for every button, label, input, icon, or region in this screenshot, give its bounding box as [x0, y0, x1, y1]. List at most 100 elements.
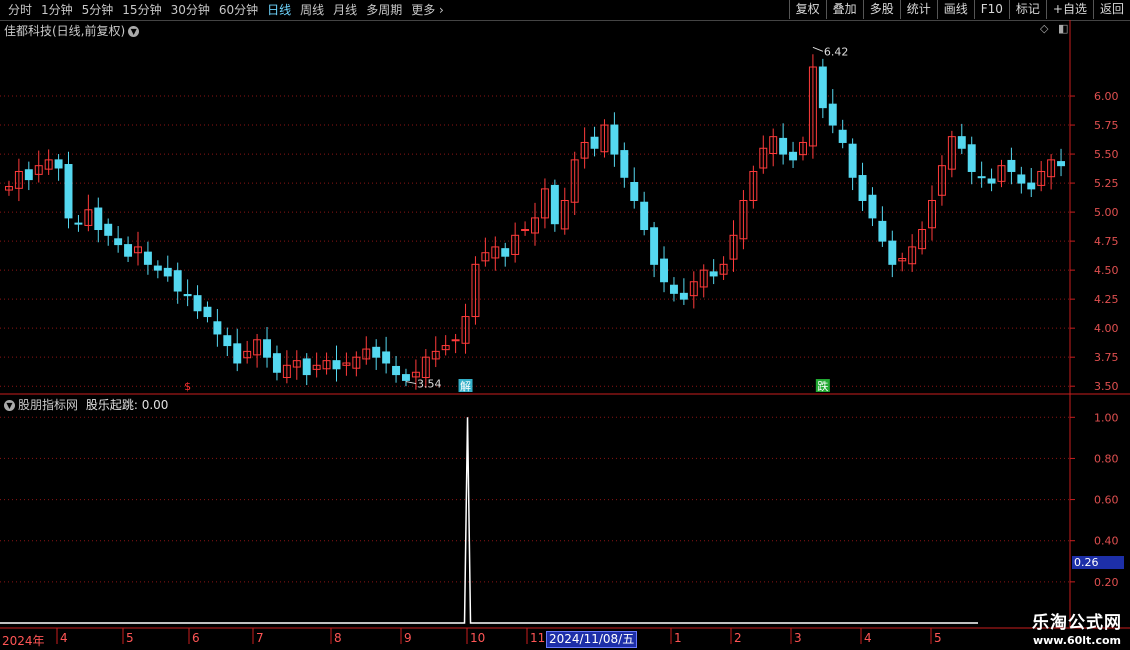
watermark: 乐淘公式网 www.60lt.com — [1032, 608, 1122, 647]
candle-body — [213, 321, 222, 335]
action-button-6[interactable]: 标记 — [1008, 0, 1046, 19]
candle-body — [719, 263, 728, 275]
action-button-3[interactable]: 统计 — [899, 0, 937, 19]
month-label: 8 — [334, 631, 342, 645]
month-label: 9 — [404, 631, 412, 645]
candle-body — [630, 182, 639, 201]
month-label: 5 — [934, 631, 942, 645]
indicator-series-value: 0.00 — [141, 398, 169, 412]
candle-body — [590, 136, 599, 149]
candle-body — [868, 194, 877, 219]
action-button-8[interactable]: 返回 — [1092, 0, 1130, 19]
candle-body — [610, 124, 619, 155]
period-tab-2[interactable]: 5分钟 — [78, 2, 119, 18]
candle-body — [153, 265, 162, 271]
candle-body — [84, 209, 93, 226]
signal-label: 解 — [460, 379, 471, 393]
period-tab-1[interactable]: 1分钟 — [37, 2, 78, 18]
action-button-4[interactable]: 画线 — [936, 0, 974, 19]
period-tab-0[interactable]: 分时 — [4, 2, 37, 18]
action-button-5[interactable]: F10 — [973, 0, 1009, 19]
candle-body — [729, 234, 738, 260]
candle-body — [134, 246, 142, 254]
cursor-value: 0.26 — [1072, 556, 1124, 569]
candle-body — [1007, 159, 1016, 172]
price-tick-label: 5.00 — [1094, 206, 1119, 219]
diamond-icon[interactable]: ◇ — [1040, 22, 1048, 35]
candle-body — [799, 141, 807, 156]
candle-body — [352, 356, 361, 369]
period-tab-3[interactable]: 15分钟 — [118, 2, 166, 18]
candle-body — [808, 66, 817, 147]
candle-body — [411, 371, 420, 378]
period-tab-4[interactable]: 30分钟 — [167, 2, 215, 18]
candle-body — [143, 251, 152, 265]
candle-body — [163, 267, 172, 277]
action-buttons: 复权 叠加 多股 统计 画线 F10 标记 +自选 返回 — [788, 0, 1130, 19]
candle-body — [114, 238, 123, 246]
month-label: 3 — [794, 631, 802, 645]
indicator-tick-label: 0.60 — [1094, 494, 1119, 507]
candle-body — [372, 346, 381, 358]
candle-body — [461, 316, 470, 344]
candle-body — [937, 165, 946, 196]
candle-body — [888, 240, 897, 265]
action-button-0[interactable]: 复权 — [788, 0, 826, 19]
candle-body — [660, 258, 669, 283]
chevron-down-icon[interactable]: ▼ — [4, 400, 15, 411]
low-marker-line — [405, 381, 417, 385]
candle-body — [362, 348, 371, 360]
candle-body — [580, 141, 589, 159]
period-tab-5[interactable]: 60分钟 — [215, 2, 263, 18]
candle-body — [44, 159, 53, 170]
candle-body — [689, 281, 698, 297]
candle-body — [451, 339, 460, 342]
candle-body — [1037, 170, 1046, 186]
month-label: 2 — [734, 631, 742, 645]
candle-body — [511, 234, 520, 255]
candle-body — [491, 246, 500, 259]
candle-body — [739, 199, 748, 240]
candle-body — [74, 222, 83, 225]
candle-body — [967, 144, 976, 172]
candle-body — [997, 165, 1006, 182]
candle-body — [1027, 182, 1036, 190]
month-label: 4 — [864, 631, 872, 645]
chevron-down-icon[interactable]: ▼ — [128, 26, 140, 37]
period-tab-9[interactable]: 多周期 — [362, 2, 407, 18]
candle-body — [322, 360, 331, 370]
candle-body — [401, 374, 410, 381]
candle-body — [183, 294, 192, 297]
candle-body — [173, 270, 182, 292]
month-label: 4 — [60, 631, 68, 645]
candle-body — [749, 170, 758, 201]
period-tab-10[interactable]: 更多 › — [407, 2, 449, 18]
candle-body — [650, 227, 659, 265]
price-tick-label: 5.75 — [1094, 119, 1119, 132]
signal-box — [458, 379, 473, 392]
candle-body — [203, 306, 212, 318]
candle-body — [501, 248, 510, 257]
period-tab-6[interactable]: 日线 — [263, 2, 296, 18]
high-marker-line — [812, 46, 824, 52]
candle-body — [878, 220, 887, 242]
action-button-7[interactable]: +自选 — [1045, 0, 1093, 19]
candle-body — [987, 178, 996, 184]
price-tick-label: 3.75 — [1094, 351, 1119, 364]
period-tab-8[interactable]: 月线 — [329, 2, 362, 18]
price-tick-label: 4.50 — [1094, 264, 1119, 277]
candle-body — [64, 164, 73, 219]
candle-body — [908, 246, 917, 265]
candle-body — [223, 335, 232, 347]
action-button-1[interactable]: 叠加 — [825, 0, 863, 19]
candle-body — [263, 339, 271, 358]
period-tab-7[interactable]: 周线 — [296, 2, 329, 18]
candle-body — [1057, 161, 1066, 167]
candle-body — [272, 353, 281, 373]
candle-body — [769, 136, 778, 154]
candle-body — [928, 199, 936, 229]
action-button-2[interactable]: 多股 — [862, 0, 900, 19]
panel-toggle-icon[interactable]: ◧ — [1058, 22, 1068, 35]
candle-body — [104, 223, 113, 236]
candle-body — [392, 365, 401, 376]
